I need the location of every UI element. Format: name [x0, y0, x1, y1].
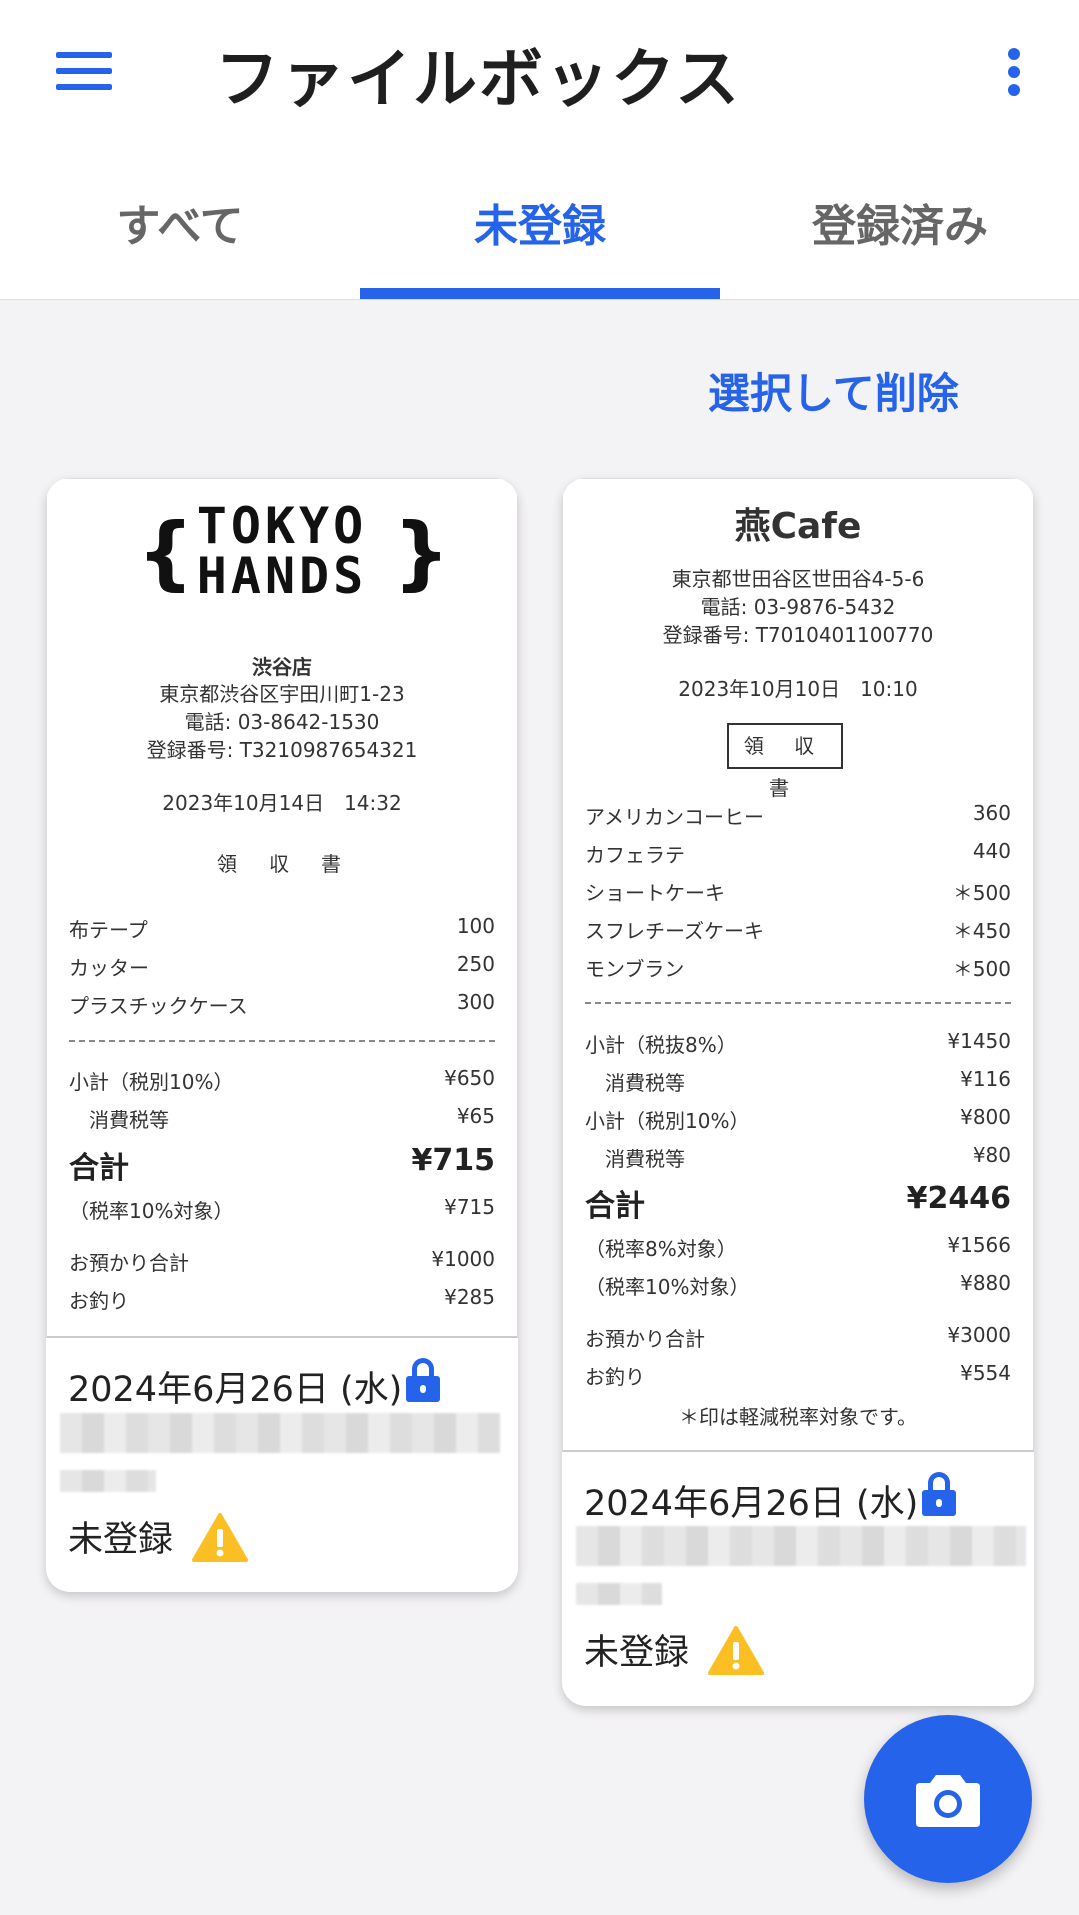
receipt-doc-title: 領 収 書	[727, 723, 843, 800]
menu-icon[interactable]	[56, 50, 112, 92]
card-date: 2024年6月26日 (水)	[68, 1370, 403, 1410]
receipt-paid: お預かり合計 ¥3000	[585, 1323, 1011, 1351]
receipt-divider	[69, 1040, 495, 1042]
receipt-tax: 消費税等 ¥80	[605, 1143, 1011, 1171]
receipt-line-item: スフレチーズケーキ ＊450	[585, 919, 1011, 943]
receipt-tax: 消費税等 ¥116	[605, 1067, 1011, 1095]
receipt-thumbnail: { TOKYO HANDS } 渋谷店 東京都渋谷区宇田川町1-23 電話: 03…	[46, 478, 518, 1338]
receipt-subtotal: 小計（税抜8%） ¥1450	[585, 1029, 1011, 1057]
lock-icon	[922, 1472, 956, 1516]
lock-icon	[406, 1358, 440, 1402]
receipt-reg-no: 登録番号: T3210987654321	[146, 738, 418, 762]
receipt-note: ＊印は軽減税率対象です。	[679, 1405, 917, 1429]
receipt-address: 東京都渋谷区宇田川町1-23	[159, 682, 405, 706]
camera-fab-button[interactable]	[864, 1715, 1032, 1883]
receipt-thumbnail: 燕Cafe 東京都世田谷区世田谷4-5-6 電話: 03-9876-5432 登…	[562, 478, 1034, 1452]
receipt-paid: お預かり合計 ¥1000	[69, 1247, 495, 1275]
receipt-phone: 電話: 03-8642-1530	[184, 710, 380, 734]
receipt-datetime: 2023年10月10日 10:10	[678, 677, 918, 701]
redacted-text	[576, 1526, 1026, 1566]
receipt-subtotal: 小計（税別10%） ¥650	[69, 1066, 495, 1094]
card-date: 2024年6月26日 (水)	[584, 1484, 919, 1524]
camera-icon	[916, 1775, 980, 1827]
select-delete-button[interactable]: 選択して削除	[708, 360, 959, 421]
redacted-text	[60, 1470, 156, 1492]
receipt-line-item: 布テープ 100	[69, 914, 495, 942]
receipt-taxbase: （税率10%対象） ¥880	[585, 1271, 1011, 1299]
app-screen: ファイルボックス すべて 未登録 登録済み 選択して削除 { TOKYO HAND…	[0, 0, 1079, 1915]
receipt-reg-no: 登録番号: T7010401100770	[662, 623, 934, 647]
receipt-subtotal: 小計（税別10%） ¥800	[585, 1105, 1011, 1133]
receipt-divider	[585, 1002, 1011, 1004]
receipt-branch: 渋谷店	[252, 655, 312, 679]
receipt-line-item: カフェラテ 440	[585, 839, 1011, 867]
tokyo-hands-logo: { TOKYO HANDS }	[137, 497, 450, 605]
status-label: 未登録	[584, 1633, 690, 1673]
receipt-tax: 消費税等 ¥65	[89, 1104, 495, 1132]
receipt-line-item: ショートケーキ ＊500	[585, 881, 1011, 905]
warning-icon	[708, 1626, 764, 1676]
status-label: 未登録	[68, 1520, 174, 1560]
receipt-doc-title: 領 収 書	[217, 852, 347, 876]
tab-registered[interactable]: 登録済み	[720, 190, 1079, 300]
receipt-total: 合計 ¥715	[69, 1143, 495, 1186]
receipt-total: 合計 ¥2446	[585, 1181, 1011, 1224]
app-bar: ファイルボックス すべて 未登録 登録済み	[0, 0, 1079, 300]
page-title: ファイルボックス	[215, 43, 742, 117]
receipt-taxbase: （税率10%対象） ¥715	[69, 1195, 495, 1223]
receipt-card[interactable]: { TOKYO HANDS } 渋谷店 東京都渋谷区宇田川町1-23 電話: 03…	[46, 478, 518, 1592]
active-tab-indicator	[360, 288, 720, 299]
receipt-shop-name: 燕Cafe	[734, 506, 862, 547]
more-options-icon[interactable]	[1000, 46, 1028, 98]
receipt-change: お釣り ¥554	[585, 1361, 1011, 1389]
tab-all[interactable]: すべて	[0, 190, 360, 300]
receipt-change: お釣り ¥285	[69, 1285, 495, 1313]
receipt-address: 東京都世田谷区世田谷4-5-6	[671, 567, 925, 591]
redacted-text	[576, 1583, 662, 1605]
receipt-line-item: カッター 250	[69, 952, 495, 980]
receipt-line-item: アメリカンコーヒー 360	[585, 801, 1011, 829]
receipt-card[interactable]: 燕Cafe 東京都世田谷区世田谷4-5-6 電話: 03-9876-5432 登…	[562, 478, 1034, 1706]
receipt-phone: 電話: 03-9876-5432	[700, 595, 896, 619]
tab-unregistered[interactable]: 未登録	[360, 190, 720, 300]
receipt-taxbase: （税率8%対象） ¥1566	[585, 1233, 1011, 1261]
receipt-line-item: モンブラン ＊500	[585, 957, 1011, 981]
receipt-datetime: 2023年10月14日 14:32	[162, 791, 402, 815]
warning-icon	[192, 1513, 248, 1563]
redacted-text	[60, 1413, 500, 1453]
receipt-line-item: プラスチックケース 300	[69, 990, 495, 1018]
